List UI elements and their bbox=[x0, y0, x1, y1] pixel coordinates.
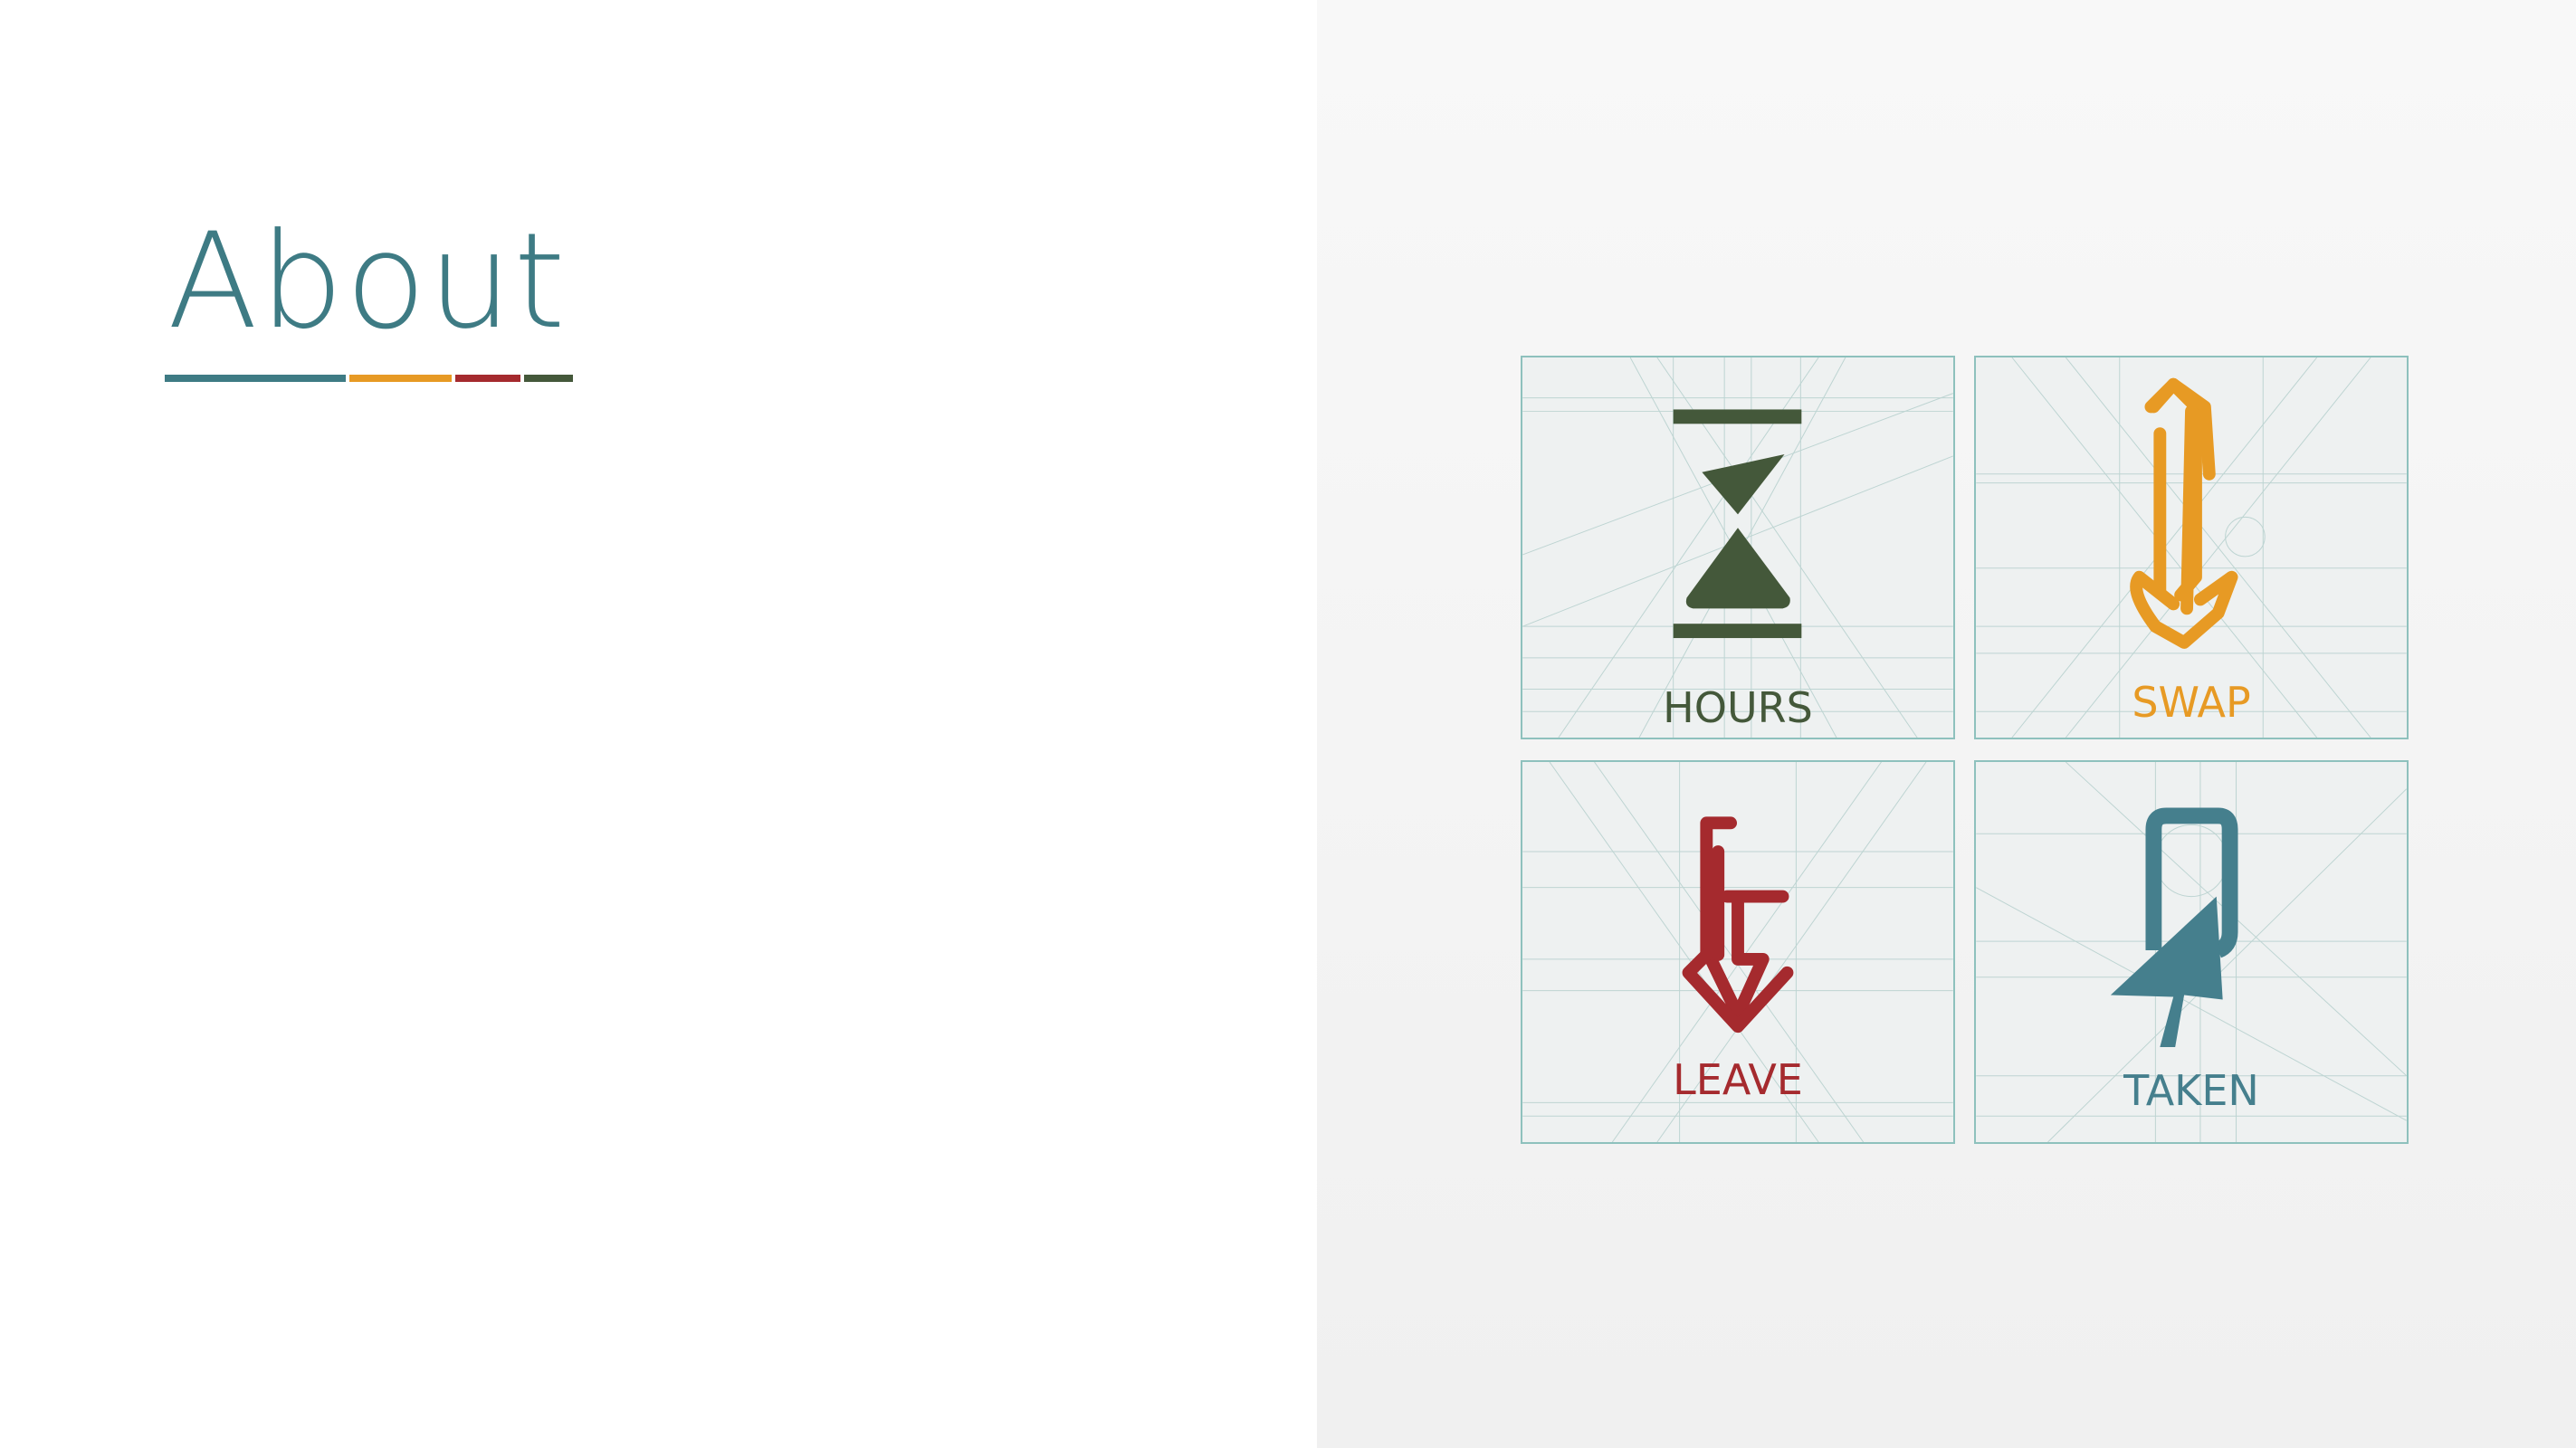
underline-orange-segment bbox=[349, 375, 452, 382]
hourglass-icon bbox=[1522, 357, 1953, 738]
page-title: About bbox=[167, 205, 568, 358]
slide: About HOURS SWAP LEAVE TAKEN bbox=[0, 0, 2576, 1448]
swap-card: SWAP bbox=[1974, 356, 2409, 739]
swap-label: SWAP bbox=[2132, 678, 2251, 727]
left-panel: About bbox=[0, 0, 1317, 1448]
underline-green-segment bbox=[524, 375, 573, 382]
hours-label: HOURS bbox=[1663, 683, 1813, 732]
hours-card: HOURS bbox=[1521, 356, 1955, 739]
underline-teal-segment bbox=[165, 375, 346, 382]
taken-label: TAKEN bbox=[2123, 1066, 2259, 1115]
underline-red-segment bbox=[455, 375, 520, 382]
title-underline bbox=[165, 375, 573, 382]
leave-card: LEAVE bbox=[1521, 760, 1955, 1144]
right-panel: HOURS SWAP LEAVE TAKEN bbox=[1317, 0, 2576, 1448]
taken-card: TAKEN bbox=[1974, 760, 2409, 1144]
leave-label: LEAVE bbox=[1673, 1055, 1803, 1104]
